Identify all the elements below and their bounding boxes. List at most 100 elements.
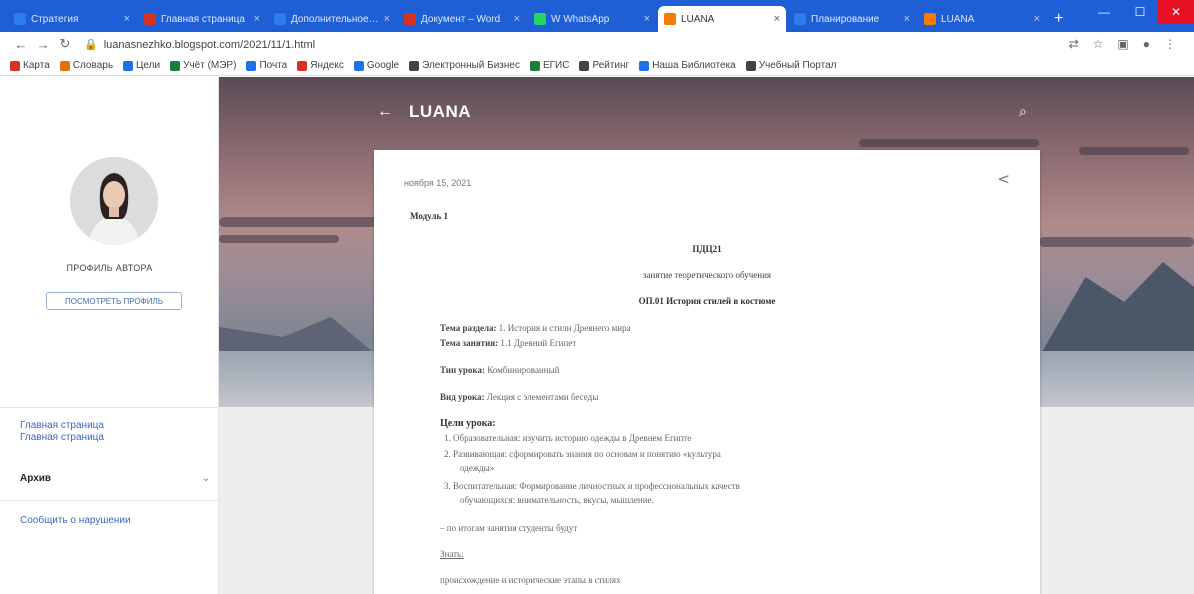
- sidebar-link-home[interactable]: Главная страница: [20, 420, 104, 431]
- topic-label: Тема занятия:: [440, 338, 499, 348]
- bookmark-label: Почта: [259, 60, 288, 71]
- archive-toggle[interactable]: Архив ⌄: [20, 473, 210, 484]
- report-abuse-link[interactable]: Сообщить о нарушении: [20, 515, 131, 526]
- tab-close-icon[interactable]: ×: [384, 13, 390, 25]
- bookmark-item[interactable]: Google: [353, 60, 400, 71]
- goal-item-cont: обучающихся: внимательность, вкусы, мышл…: [460, 495, 654, 505]
- url-field[interactable]: 🔒 luanasnezhko.blogspot.com/2021/11/1.htm…: [84, 38, 1069, 51]
- type-label: Тип урока:: [440, 365, 485, 375]
- browser-tab[interactable]: Дополнительное образование ×: [268, 6, 396, 32]
- cloud-shape: [219, 217, 379, 227]
- blog-title[interactable]: LUANA: [409, 102, 471, 122]
- browser-tab[interactable]: W WhatsApp ×: [528, 6, 656, 32]
- bookmark-label: Цели: [136, 60, 161, 71]
- tab-close-icon[interactable]: ×: [904, 13, 910, 25]
- address-bar: ← → ↻ 🔒 luanasnezhko.blogspot.com/2021/11…: [0, 32, 1194, 56]
- tab-close-icon[interactable]: ×: [124, 13, 130, 25]
- bookmark-item[interactable]: Наша Библиотека: [639, 60, 736, 71]
- post-date[interactable]: ноября 15, 2021: [404, 178, 471, 188]
- post-card: < ноября 15, 2021 Модуль 1 ПДЦ21 занятие…: [374, 150, 1040, 594]
- goal-item: 1. Образовательная: изучить историю одеж…: [444, 433, 692, 443]
- tab-close-icon[interactable]: ×: [1034, 13, 1040, 25]
- archive-label: Архив: [20, 473, 52, 484]
- tab-close-icon[interactable]: ×: [644, 13, 650, 25]
- bookmark-label: Рейтинг: [592, 60, 630, 71]
- goal-item-cont: одежды»: [460, 463, 495, 473]
- tab-label: Документ – Word: [421, 13, 501, 25]
- bookmark-item[interactable]: Яндекс: [297, 60, 344, 71]
- bookmark-item[interactable]: Электронный Бизнес: [409, 60, 520, 71]
- extensions-icon[interactable]: ▣: [1117, 37, 1128, 51]
- view-profile-button[interactable]: ПОСМОТРЕТЬ ПРОФИЛЬ: [46, 292, 182, 310]
- reload-icon[interactable]: ↻: [54, 36, 76, 52]
- tab-close-icon[interactable]: ×: [774, 13, 780, 25]
- bookmark-item[interactable]: ЕГИС: [529, 60, 569, 71]
- browser-tab[interactable]: Главная страница ×: [138, 6, 266, 32]
- tab-label: Главная страница: [161, 13, 245, 25]
- bookmark-item[interactable]: Цели: [123, 60, 160, 71]
- back-arrow-icon[interactable]: ←: [377, 103, 393, 121]
- search-icon[interactable]: ⌕: [1019, 103, 1027, 120]
- goal-item: 2. Развивающая: сформировать знания по о…: [444, 449, 721, 459]
- bookmark-label: Карта: [23, 60, 50, 71]
- sidebar-link-home[interactable]: Главная страница: [20, 432, 104, 443]
- tab-label: Стратегия: [31, 13, 79, 25]
- post-text: происхождение и исторические этапы в сти…: [440, 575, 621, 585]
- bookmark-label: Учебный Портал: [758, 60, 837, 71]
- back-icon[interactable]: ←: [10, 37, 32, 52]
- tab-favicon-icon: [14, 13, 26, 25]
- translate-icon[interactable]: ⇄: [1069, 37, 1079, 51]
- bookmark-label: Учёт (МЭР): [183, 60, 237, 71]
- profile-name: ПРОФИЛЬ АВТОРА: [66, 263, 153, 273]
- bookmarks-bar: Карта Словарь Цели Учёт (МЭР) Почта Яндекс Goo…: [0, 56, 1194, 76]
- avatar[interactable]: [70, 157, 158, 245]
- lock-icon: 🔒: [84, 38, 98, 51]
- bookmark-label: Словарь: [72, 60, 114, 71]
- bookmark-label: Электронный Бизнес: [422, 60, 520, 71]
- bookmark-label: Яндекс: [310, 60, 344, 71]
- bookmark-favicon-icon: [745, 60, 756, 71]
- forward-icon[interactable]: →: [32, 37, 54, 52]
- tab-label: LUANA: [681, 13, 715, 25]
- bookmark-label: Google: [366, 60, 400, 71]
- url-text: luanasnezhko.blogspot.com/2021/11/1.html: [103, 38, 316, 51]
- divider: [0, 407, 219, 408]
- post-heading: Модуль 1: [410, 211, 449, 221]
- minimize-icon[interactable]: —: [1086, 0, 1122, 24]
- chevron-down-icon: ⌄: [201, 473, 210, 484]
- blog-page: ← LUANA ⌕ ПРОФИЛЬ АВТОРА ПОСМОТРЕТЬ ПРОФ…: [0, 77, 1194, 594]
- profile-icon[interactable]: ●: [1143, 37, 1150, 51]
- tab-favicon-icon: [144, 13, 156, 25]
- star-icon[interactable]: ☆: [1093, 37, 1104, 51]
- bookmark-item[interactable]: Учёт (МЭР): [170, 60, 236, 71]
- share-icon[interactable]: <: [997, 170, 1010, 188]
- tab-favicon-icon: [794, 13, 806, 25]
- goals-heading: Цели урока:: [440, 418, 496, 429]
- type-value: Комбинированный: [487, 365, 560, 375]
- bookmark-item[interactable]: Словарь: [59, 60, 114, 71]
- cloud-shape: [219, 235, 339, 243]
- cloud-shape: [859, 139, 1039, 147]
- browser-tab[interactable]: Документ – Word ×: [398, 6, 526, 32]
- tab-close-icon[interactable]: ×: [254, 13, 260, 25]
- tab-label: Планирование: [811, 13, 880, 25]
- bookmark-item[interactable]: Карта: [10, 60, 50, 71]
- new-tab-button[interactable]: +: [1054, 10, 1063, 28]
- tab-close-icon[interactable]: ×: [514, 13, 520, 25]
- bookmark-item[interactable]: Рейтинг: [579, 60, 629, 71]
- browser-tab[interactable]: LUANA ×: [918, 6, 1046, 32]
- section-label: Тема раздела:: [440, 323, 497, 333]
- bookmark-favicon-icon: [10, 60, 20, 71]
- bookmark-item[interactable]: Почта: [246, 60, 287, 71]
- post-topic: Тема занятия: 1.1 Древний Египет: [440, 338, 576, 348]
- cloud-shape: [1079, 147, 1189, 155]
- browser-tab[interactable]: Планирование ×: [788, 6, 916, 32]
- bookmark-favicon-icon: [246, 60, 257, 71]
- browser-tab-bar: Стратегия × Главная страница × Дополнительно…: [0, 0, 1194, 32]
- maximize-icon[interactable]: ☐: [1122, 0, 1158, 24]
- browser-tab[interactable]: LUANA ×: [658, 6, 786, 32]
- bookmark-item[interactable]: Учебный Портал: [745, 60, 837, 71]
- close-window-icon[interactable]: ✕: [1158, 0, 1194, 24]
- menu-icon[interactable]: ⋮: [1164, 37, 1176, 51]
- browser-tab[interactable]: Стратегия ×: [8, 6, 136, 32]
